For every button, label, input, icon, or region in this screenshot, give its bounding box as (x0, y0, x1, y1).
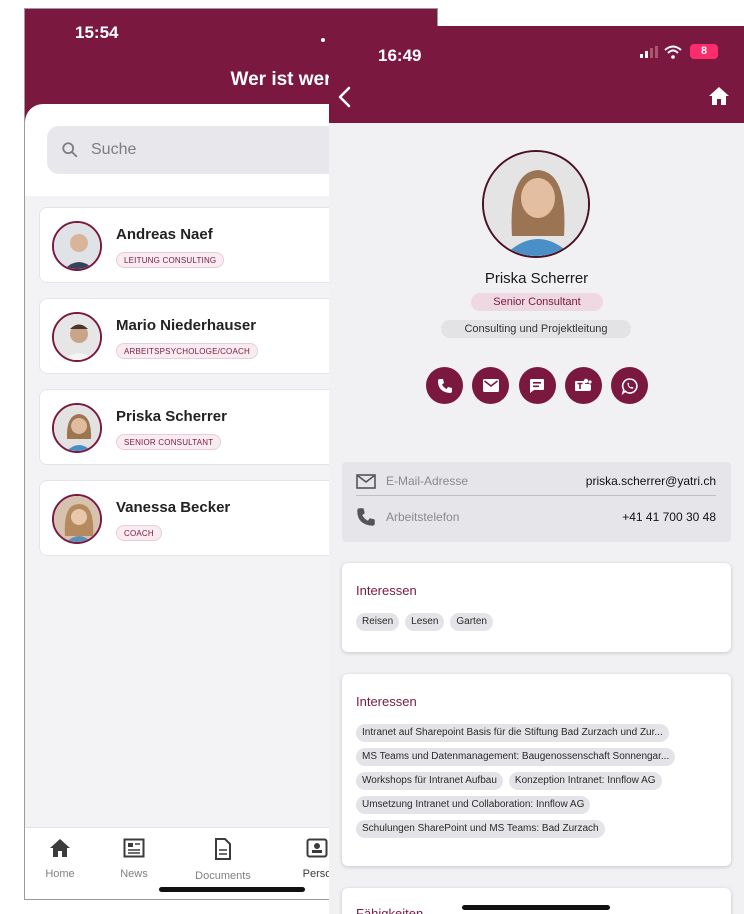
wifi-icon (664, 45, 682, 59)
interest-chip: Reisen (356, 613, 400, 631)
email-value[interactable]: priska.scherrer@yatri.ch (586, 474, 716, 488)
tab-news[interactable]: News (99, 838, 169, 882)
person-name: Andreas Naef (116, 226, 213, 243)
whatsapp-button[interactable] (611, 367, 648, 404)
tab-documents[interactable]: Documents (188, 838, 258, 884)
profile-avatar (482, 150, 590, 258)
divider (356, 495, 716, 496)
person-detail-screen: 16:49 8 Priska Scherrer Senior Consultan… (329, 26, 744, 914)
abilities-card: Fähigkeiten (342, 888, 731, 914)
person-card-icon (306, 838, 328, 858)
contact-actions (426, 367, 648, 404)
home-indicator (159, 887, 305, 892)
interests-card: Interessen Reisen Lesen Garten (342, 563, 731, 652)
battery-icon: 8 (690, 44, 718, 59)
role-badge: COACH (116, 525, 162, 541)
status-time: 15:54 (75, 23, 119, 42)
role-badge: SENIOR CONSULTANT (116, 434, 222, 450)
phone-icon (437, 378, 452, 393)
home-icon (50, 839, 70, 857)
role-badge: LEITUNG CONSULTING (116, 252, 225, 268)
contact-info-box: E-Mail-Adresse priska.scherrer@yatri.ch … (342, 462, 731, 542)
role-badge: ARBEITSPSYCHOLOGE/COACH (116, 343, 258, 359)
teams-icon (575, 378, 592, 391)
phone-outline-icon (357, 508, 375, 526)
tab-label: Documents (195, 870, 251, 882)
profile-role-badge: Senior Consultant (471, 293, 603, 311)
project-chip: Intranet auf Sharepoint Basis für die St… (356, 724, 669, 742)
avatar (52, 494, 102, 544)
project-chip: MS Teams und Datenmanagement: Baugenosse… (356, 748, 676, 766)
signal-icon (321, 29, 325, 47)
tab-label: Perso (302, 868, 332, 880)
whatsapp-icon (621, 377, 638, 395)
person-name: Vanessa Becker (116, 499, 231, 516)
person-name: Priska Scherrer (116, 408, 227, 425)
news-icon (123, 838, 145, 858)
chip-list: Intranet auf Sharepoint Basis für die St… (356, 724, 721, 838)
tab-label: Home (45, 868, 75, 880)
tab-label: News (120, 868, 148, 880)
search-icon (62, 142, 78, 158)
project-chip: Umsetzung Intranet und Collaboration: In… (356, 796, 591, 814)
project-chip: Schulungen SharePoint und MS Teams: Bad … (356, 820, 605, 838)
avatar (52, 403, 102, 453)
card-title: Interessen (356, 583, 417, 598)
project-chip: Konzeption Intranet: Innflow AG (508, 772, 662, 790)
avatar (52, 221, 102, 271)
call-button[interactable] (426, 367, 463, 404)
profile-department-badge: Consulting und Projektleitung (441, 320, 631, 338)
phone-value[interactable]: +41 41 700 30 48 (622, 510, 716, 524)
detail-header (329, 26, 744, 123)
signal-icon (640, 45, 658, 58)
interest-chip: Lesen (405, 613, 445, 631)
phone-row[interactable]: Arbeitstelefon +41 41 700 30 48 (356, 504, 716, 530)
projects-card: Interessen Intranet auf Sharepoint Basis… (342, 674, 731, 866)
phone-label: Arbeitstelefon (386, 510, 460, 524)
mail-icon (482, 379, 499, 392)
home-indicator (462, 905, 610, 910)
mail-outline-icon (356, 473, 376, 489)
interest-chip: Garten (450, 613, 493, 631)
home-icon[interactable] (708, 86, 730, 106)
chip-list: Reisen Lesen Garten (356, 613, 721, 631)
chat-button[interactable] (518, 367, 556, 404)
card-title: Fähigkeiten (356, 906, 424, 914)
chat-icon (530, 378, 544, 393)
email-row[interactable]: E-Mail-Adresse priska.scherrer@yatri.ch (356, 468, 716, 494)
person-name: Mario Niederhauser (116, 317, 257, 334)
email-button[interactable] (472, 367, 510, 404)
status-icons: 8 (640, 44, 718, 59)
card-title: Interessen (356, 694, 417, 709)
project-chip: Workshops für Intranet Aufbau (356, 772, 503, 790)
status-time: 16:49 (378, 46, 422, 65)
document-icon (215, 838, 231, 860)
back-arrow-icon[interactable] (337, 86, 353, 108)
tab-home[interactable]: Home (25, 838, 95, 882)
teams-button[interactable] (564, 367, 602, 404)
profile-name: Priska Scherrer (484, 270, 589, 287)
avatar (52, 312, 102, 362)
email-label: E-Mail-Adresse (386, 474, 469, 488)
